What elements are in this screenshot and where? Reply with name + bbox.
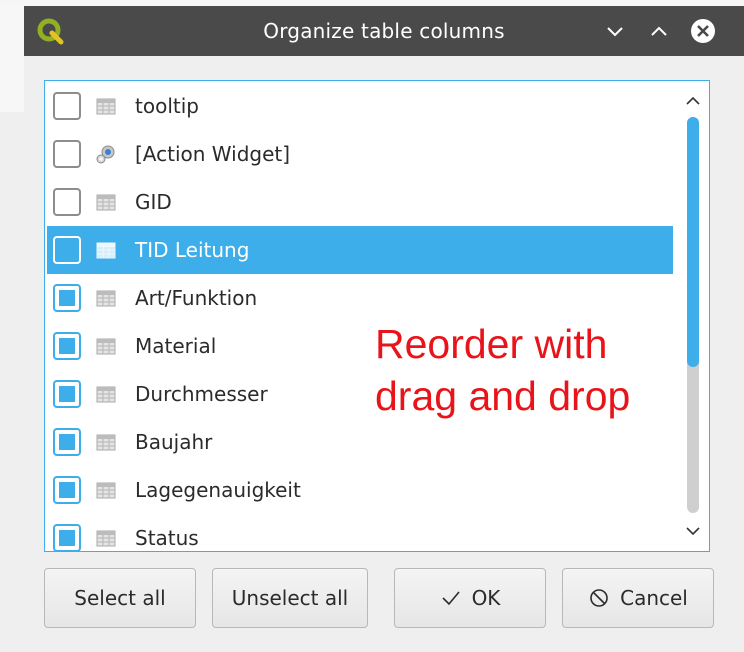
column-label: Art/Funktion [135,286,258,310]
column-label: TID Leitung [135,238,250,262]
column-checkbox[interactable] [53,380,81,408]
column-row[interactable]: GID [47,178,673,226]
action-gear-icon [96,145,115,164]
column-row[interactable]: Baujahr [47,418,673,466]
column-label: Lagegenauigkeit [135,478,301,502]
column-checkbox[interactable] [53,284,81,312]
cancel-icon [590,589,608,607]
dialog-title: Organize table columns [263,19,505,43]
column-row[interactable]: TID Leitung [47,226,673,274]
column-label: tooltip [135,94,199,118]
column-row[interactable]: Lagegenauigkeit [47,466,673,514]
organize-columns-dialog: Organize table columns tooltip [Action Wi… [24,6,744,652]
column-checkbox[interactable] [53,524,81,551]
minimize-icon[interactable] [600,16,630,46]
ok-button[interactable]: OK [394,568,546,628]
ok-label: OK [471,586,501,610]
column-label: Status [135,526,199,550]
unselect-all-label: Unselect all [231,586,349,610]
column-label: Material [135,334,217,358]
table-column-icon [96,434,116,451]
table-column-icon [96,530,116,547]
table-column-icon [96,482,116,499]
column-label: Durchmesser [135,382,268,406]
column-label: Baujahr [135,430,213,454]
list-scrollbar[interactable] [677,81,709,551]
maximize-icon[interactable] [644,16,674,46]
table-column-icon [96,194,116,211]
table-column-icon [96,338,116,355]
columns-list[interactable]: tooltip [Action Widget] GID TID Leitung Art/… [44,80,710,552]
close-icon[interactable] [688,16,718,46]
scroll-up-icon[interactable] [683,91,703,111]
background-panel-edge [0,6,25,112]
column-row[interactable]: tooltip [47,82,673,130]
column-row[interactable]: Status [47,514,673,551]
column-checkbox[interactable] [53,92,81,120]
column-checkbox[interactable] [53,236,81,264]
drag-and-drop-hint: Reorder with drag and drop [375,321,631,419]
column-label: [Action Widget] [135,142,291,166]
scroll-down-icon[interactable] [683,521,703,541]
column-checkbox[interactable] [53,476,81,504]
select-all-button[interactable]: Select all [44,568,196,628]
column-checkbox[interactable] [53,332,81,360]
scrollbar-thumb[interactable] [687,117,699,367]
unselect-all-button[interactable]: Unselect all [212,568,368,628]
select-all-label: Select all [74,586,166,610]
column-row[interactable]: [Action Widget] [47,130,673,178]
table-column-icon [96,98,116,115]
table-column-icon [96,386,116,403]
cancel-button[interactable]: Cancel [562,568,714,628]
dialog-titlebar[interactable]: Organize table columns [24,6,744,56]
column-checkbox[interactable] [53,188,81,216]
table-column-icon [96,242,116,259]
table-column-icon [96,290,116,307]
column-row[interactable]: Art/Funktion [47,274,673,322]
column-label: GID [135,190,172,214]
column-checkbox[interactable] [53,140,81,168]
cancel-label: Cancel [620,586,688,610]
checkmark-icon [441,591,460,606]
column-checkbox[interactable] [53,428,81,456]
